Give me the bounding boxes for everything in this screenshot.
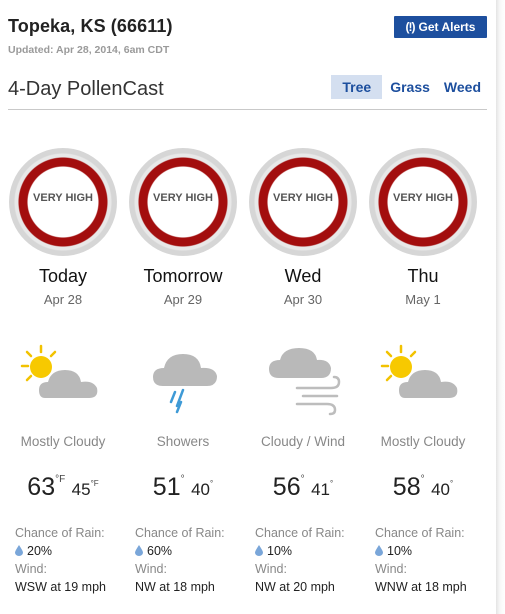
wind-value: WSW at 19 mph [15,580,106,594]
forecast-details: Chance of Rain: 10% Wind: NW at 20 mph [255,524,365,596]
low-temp: 40 [191,480,210,499]
raindrop-icon [255,545,263,556]
chance-of-rain-value: 10% [267,544,293,558]
raindrop-icon [135,545,143,556]
get-alerts-button[interactable]: (!) Get Alerts [394,16,487,38]
tab-weed[interactable]: Weed [438,75,487,99]
section-title: 4-Day PollenCast [8,78,164,100]
pollen-level-label: VERY HIGH [273,192,333,204]
condition-label: Showers [156,434,210,449]
high-temp: 51 [152,473,181,501]
tab-grass[interactable]: Grass [384,75,436,99]
high-temp-unit: ° [420,474,425,485]
chance-of-rain-label: Chance of Rain: [255,526,345,540]
updated-timestamp: Updated: Apr 28, 2014, 6am CDT [8,44,170,56]
raindrop-icon [375,545,383,556]
wind-label: Wind: [255,562,287,576]
mostly-cloudy-icon [20,344,98,398]
wind-label: Wind: [15,562,47,576]
chance-of-rain-label: Chance of Rain: [135,526,225,540]
high-temp-unit: °F [55,474,66,485]
raindrop-icon [15,545,23,556]
high-temp: 58 [392,473,421,501]
day-date: Apr 28 [43,292,83,307]
day-name: Thu [407,266,439,286]
alert-icon: (!) [405,20,416,34]
pollen-level-label: VERY HIGH [33,192,93,204]
wind-value: NW at 18 mph [135,580,215,594]
high-temp: 56 [272,473,301,501]
day-date: May 1 [405,292,441,307]
forecast-days: VERY HIGH Today Apr 28 Mostly Cloudy 63°… [5,148,485,608]
forecast-details: Chance of Rain: 10% Wind: WNW at 18 mph [375,524,485,596]
chance-of-rain-value: 20% [27,544,53,558]
low-temp: 45 [71,480,91,499]
low-temp-unit: ° [209,479,214,488]
low-temp-unit: °F [90,479,99,488]
day-date: Apr 29 [163,292,203,307]
chance-of-rain-label: Chance of Rain: [15,526,105,540]
condition-label: Mostly Cloudy [20,434,106,449]
condition-label: Cloudy / Wind [260,434,346,449]
temperature: 63°F 45°F [5,473,121,502]
forecast-details: Chance of Rain: 20% Wind: WSW at 19 mph [15,524,125,596]
location-header: Topeka, KS (66611) Updated: Apr 28, 2014… [8,16,173,56]
chance-of-rain-value: 60% [147,544,173,558]
day-date: Apr 30 [283,292,323,307]
tab-tree[interactable]: Tree [331,75,383,99]
low-temp: 41 [311,480,330,499]
day-name: Tomorrow [143,266,223,286]
location-title: Topeka, KS (66611) [8,16,173,36]
condition-label: Mostly Cloudy [380,434,466,449]
temperature: 58° 40° [365,473,481,502]
chance-of-rain-value: 10% [387,544,413,558]
pollen-type-tabs: Tree Grass Weed [329,75,487,99]
high-temp: 63 [27,473,56,501]
wind-label: Wind: [135,562,167,576]
low-temp-unit: ° [329,479,334,488]
showers-icon [153,354,217,414]
mostly-cloudy-icon [380,344,458,398]
day-name: Today [38,266,88,286]
page-edge-shadow [496,0,505,614]
temperature: 56° 41° [245,473,361,502]
temperature: 51° 40° [125,473,241,502]
forecast-details: Chance of Rain: 60% Wind: NW at 18 mph [135,524,245,596]
wind-label: Wind: [375,562,407,576]
high-temp-unit: ° [180,474,185,485]
pollen-level-label: VERY HIGH [153,192,213,204]
high-temp-unit: ° [300,474,305,485]
pollen-forecast-page: Topeka, KS (66611) Updated: Apr 28, 2014… [0,0,495,614]
day-name: Wed [284,266,322,286]
wind-value: WNW at 18 mph [375,580,467,594]
pollen-level-label: VERY HIGH [393,192,453,204]
cloudy-wind-icon [269,348,341,416]
chance-of-rain-label: Chance of Rain: [375,526,465,540]
pollencast-title-row: 4-Day PollenCast Tree Grass Weed [8,75,487,110]
get-alerts-label: Get Alerts [418,20,476,34]
low-temp: 40 [431,480,450,499]
wind-value: NW at 20 mph [255,580,335,594]
low-temp-unit: ° [449,479,454,488]
